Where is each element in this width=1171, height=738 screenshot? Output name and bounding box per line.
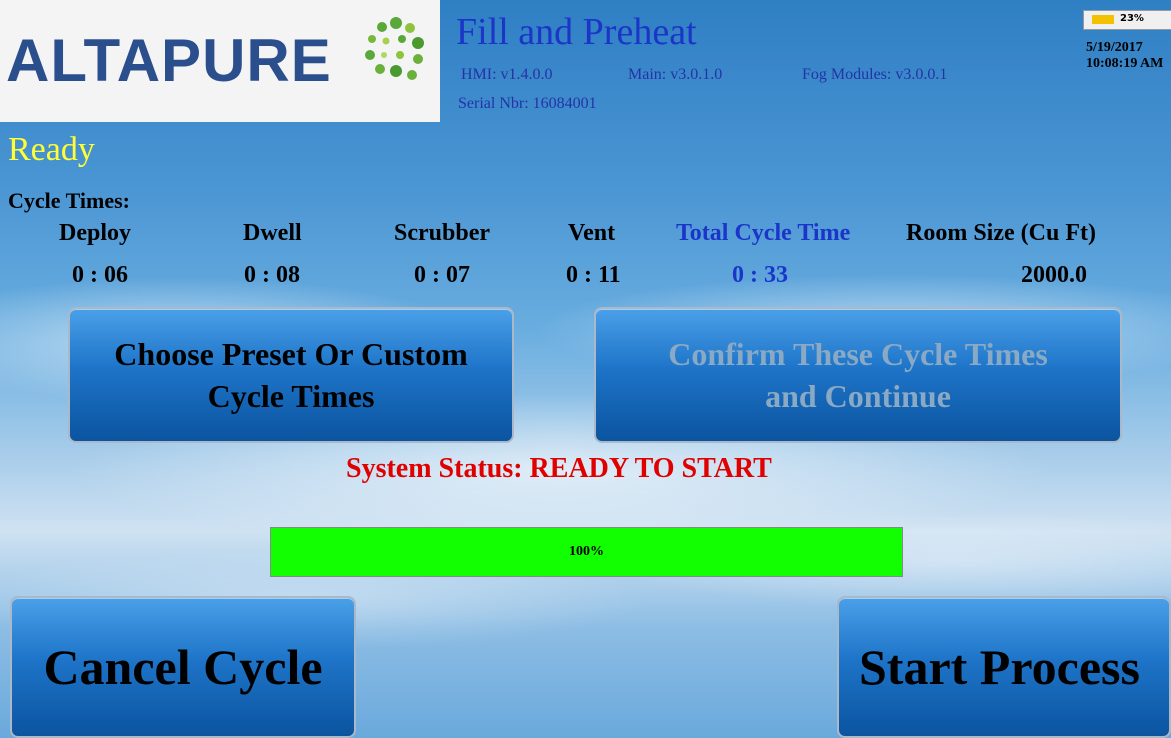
vent-value: 0 : 11 <box>566 262 621 288</box>
cancel-cycle-button[interactable]: Cancel Cycle <box>10 596 356 738</box>
total-cycle-time-value: 0 : 33 <box>732 262 788 288</box>
dwell-header: Dwell <box>243 220 302 246</box>
battery-text: 23% <box>1120 13 1144 24</box>
confirm-cycle-times-button[interactable]: Confirm These Cycle Times and Continue <box>594 307 1122 443</box>
battery-indicator: 23% <box>1083 10 1171 30</box>
choose-preset-button[interactable]: Choose Preset Or Custom Cycle Times <box>68 307 514 443</box>
logo-text: ALTAPURE <box>6 27 332 94</box>
hmi-version: HMI: v1.4.0.0 <box>461 66 553 83</box>
confirm-label-line2: and Continue <box>765 378 951 414</box>
serial-number: Serial Nbr: 16084001 <box>458 95 597 112</box>
deploy-header: Deploy <box>59 220 131 246</box>
fog-modules-version: Fog Modules: v3.0.0.1 <box>802 66 948 83</box>
vent-header: Vent <box>568 220 616 246</box>
screen-title: Fill and Preheat <box>456 11 697 53</box>
dwell-value: 0 : 08 <box>244 262 300 288</box>
system-status: System Status: READY TO START <box>346 453 772 484</box>
cycle-times-label: Cycle Times: <box>8 188 130 213</box>
battery-fill <box>1092 15 1114 24</box>
scrubber-header: Scrubber <box>394 220 490 246</box>
progress-bar: 100% <box>270 527 903 577</box>
date: 5/19/2017 <box>1086 40 1143 55</box>
confirm-label-line1: Confirm These Cycle Times <box>668 336 1048 372</box>
scrubber-value: 0 : 07 <box>414 262 470 288</box>
room-size-header: Room Size (Cu Ft) <box>906 220 1096 246</box>
progress-text: 100% <box>569 544 604 559</box>
deploy-value: 0 : 06 <box>72 262 128 288</box>
logo: ALTAPURE <box>0 0 440 122</box>
choose-preset-label-line2: Cycle Times <box>207 378 375 414</box>
main-version: Main: v3.0.1.0 <box>628 66 723 83</box>
state-label: Ready <box>8 131 95 168</box>
start-process-button[interactable]: Start Process <box>837 596 1171 738</box>
room-size-value: 2000.0 <box>1021 262 1087 288</box>
time: 10:08:19 AM <box>1086 56 1164 71</box>
logo-dots-icon <box>365 17 424 80</box>
datetime: 5/19/2017 10:08:19 AM <box>1086 40 1163 72</box>
choose-preset-label-line1: Choose Preset Or Custom <box>114 336 468 372</box>
total-cycle-time-header: Total Cycle Time <box>676 220 851 246</box>
